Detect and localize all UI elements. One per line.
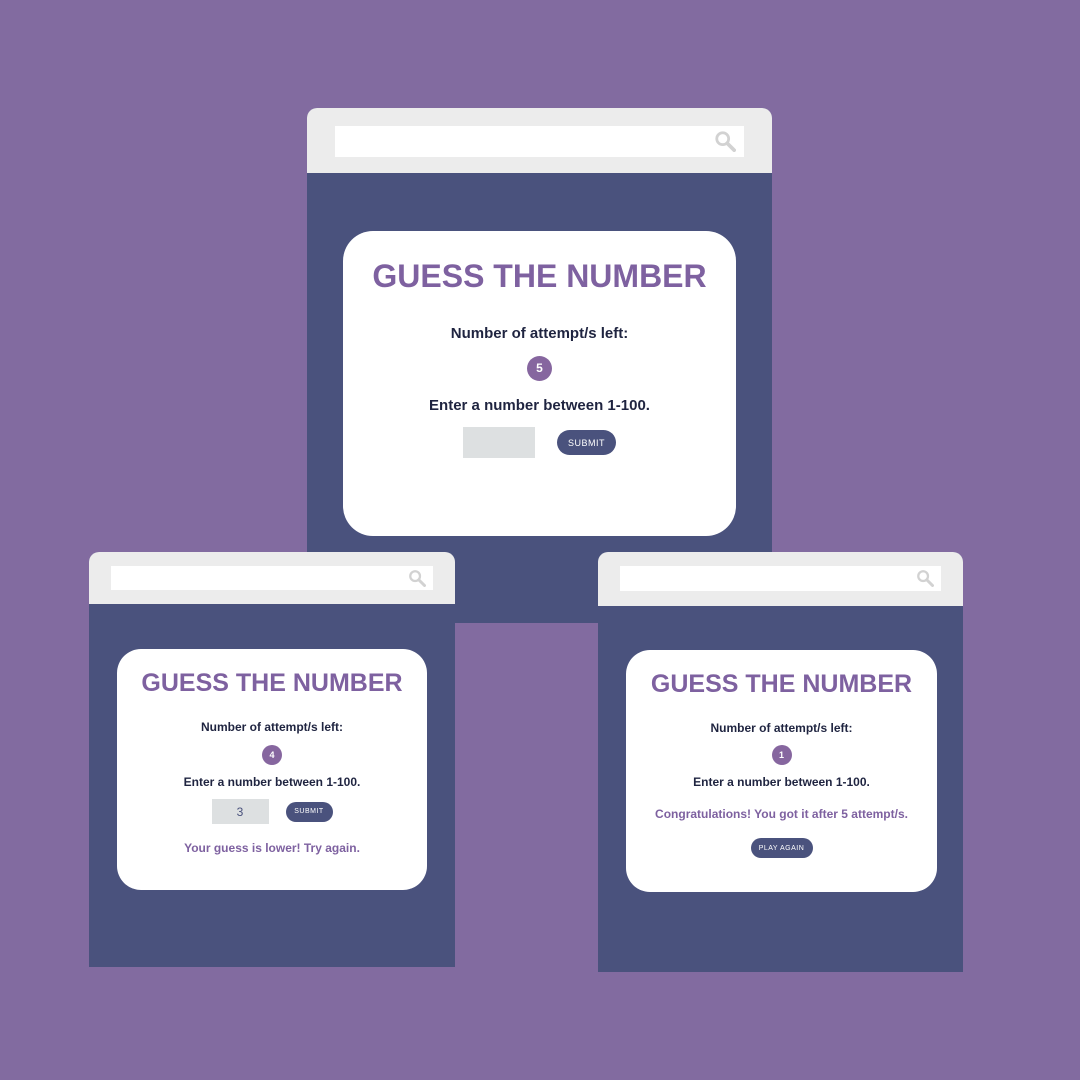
game-card: GUESS THE NUMBER Number of attempt/s lef…	[626, 650, 937, 892]
guess-input[interactable]	[211, 799, 269, 824]
guess-form: SUBMIT	[117, 799, 427, 824]
guess-form: SUBMIT	[343, 427, 736, 458]
attempts-badge: 5	[527, 356, 552, 381]
search-bar[interactable]	[335, 126, 744, 157]
game-card: GUESS THE NUMBER Number of attempt/s lef…	[343, 231, 736, 536]
search-bar[interactable]	[111, 566, 433, 590]
submit-button[interactable]: SUBMIT	[285, 801, 333, 822]
guess-prompt: Enter a number between 1-100.	[183, 775, 361, 789]
game-window-wrong-guess: GUESS THE NUMBER Number of attempt/s lef…	[89, 552, 455, 967]
guess-input[interactable]	[463, 427, 535, 458]
play-again-button[interactable]: PLAY AGAIN	[750, 838, 813, 858]
game-title: GUESS THE NUMBER	[372, 258, 707, 294]
browser-toolbar	[307, 108, 772, 173]
browser-toolbar	[598, 552, 963, 606]
search-icon[interactable]	[916, 569, 934, 587]
guess-prompt: Enter a number between 1-100.	[429, 397, 650, 414]
game-window-initial: GUESS THE NUMBER Number of attempt/s lef…	[307, 108, 772, 623]
attempts-label: Number of attempt/s left:	[450, 325, 629, 342]
browser-toolbar	[89, 552, 455, 604]
guess-prompt: Enter a number between 1-100.	[693, 775, 870, 789]
search-icon[interactable]	[408, 569, 426, 587]
attempts-badge: 1	[771, 745, 792, 765]
canvas: { "colors": { "background": "#826ba0", "…	[0, 0, 1080, 1080]
success-message: Congratulations! You got it after 5 atte…	[655, 807, 908, 821]
game-card: GUESS THE NUMBER Number of attempt/s lef…	[117, 649, 427, 890]
submit-button[interactable]: SUBMIT	[557, 430, 616, 455]
game-title: GUESS THE NUMBER	[650, 670, 913, 698]
attempts-badge: 4	[262, 745, 282, 765]
feedback-message: Your guess is lower! Try again.	[184, 841, 360, 855]
search-icon[interactable]	[714, 130, 736, 152]
game-window-win: GUESS THE NUMBER Number of attempt/s lef…	[598, 552, 963, 972]
game-title: GUESS THE NUMBER	[141, 669, 403, 697]
attempts-label: Number of attempt/s left:	[200, 720, 343, 734]
search-bar[interactable]	[620, 566, 941, 591]
attempts-label: Number of attempt/s left:	[710, 721, 853, 735]
